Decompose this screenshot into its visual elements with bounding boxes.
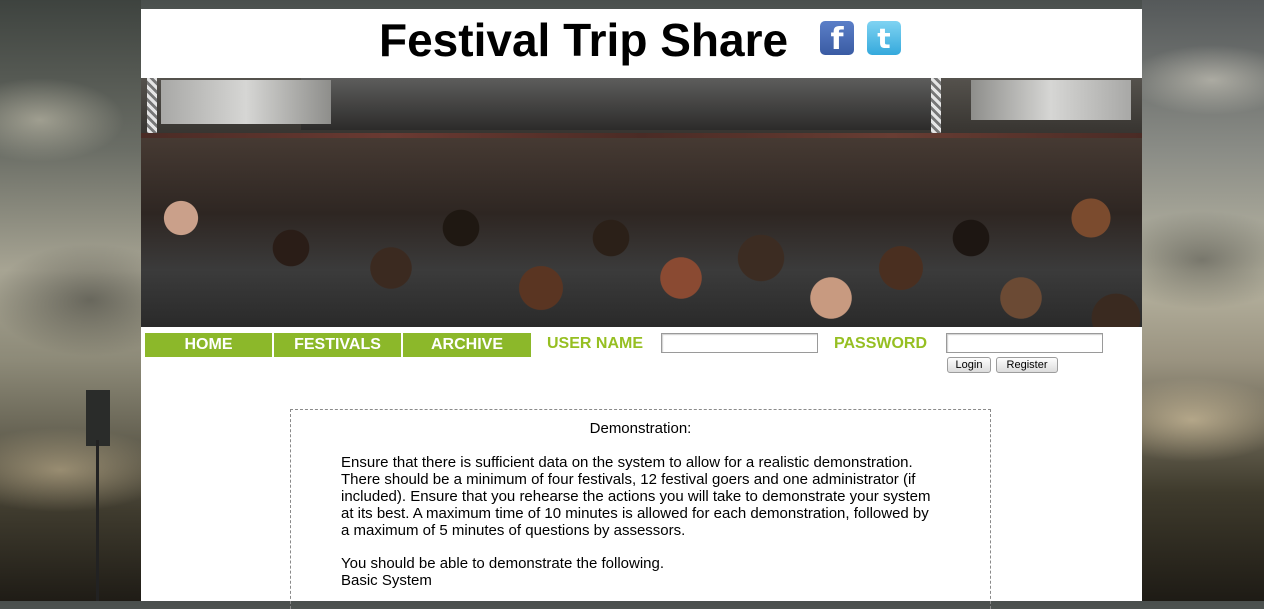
- demonstration-paragraph: You should be able to demonstrate the fo…: [341, 555, 665, 572]
- banner-crowd: [141, 138, 1142, 327]
- banner-screen-left: [161, 80, 331, 124]
- twitter-icon[interactable]: t: [867, 21, 901, 55]
- festival-crowd-banner-image: [141, 78, 1142, 327]
- login-button[interactable]: Login: [947, 357, 991, 373]
- facebook-icon[interactable]: f: [820, 21, 854, 57]
- background-flag: [86, 390, 110, 446]
- main-nav: HOME FESTIVALS ARCHIVE: [145, 333, 531, 357]
- page-container: Festival Trip Share f t HOME FESTIVALS A…: [141, 9, 1142, 609]
- username-input[interactable]: [661, 333, 818, 353]
- demonstration-subheading: Basic System: [341, 572, 432, 589]
- register-button[interactable]: Register: [996, 357, 1058, 373]
- background-sky-left: [0, 0, 141, 601]
- nav-festivals[interactable]: FESTIVALS: [274, 333, 403, 357]
- background-pole: [96, 440, 99, 601]
- background-sky-right: [1142, 0, 1264, 601]
- nav-archive[interactable]: ARCHIVE: [403, 333, 531, 357]
- demonstration-box: Demonstration: Ensure that there is suff…: [290, 409, 991, 609]
- banner-stage: [301, 78, 941, 130]
- demonstration-title: Demonstration:: [589, 420, 692, 437]
- site-title: Festival Trip Share: [379, 14, 789, 66]
- banner-screen-right: [971, 80, 1131, 120]
- demonstration-body: Ensure that there is sufficient data on …: [341, 454, 941, 589]
- demonstration-paragraph: Ensure that there is sufficient data on …: [341, 454, 931, 539]
- username-label: USER NAME: [547, 335, 644, 352]
- nav-home[interactable]: HOME: [145, 333, 274, 357]
- password-label: PASSWORD: [834, 335, 928, 352]
- site-header: Festival Trip Share f t: [141, 9, 1142, 78]
- password-input[interactable]: [946, 333, 1103, 353]
